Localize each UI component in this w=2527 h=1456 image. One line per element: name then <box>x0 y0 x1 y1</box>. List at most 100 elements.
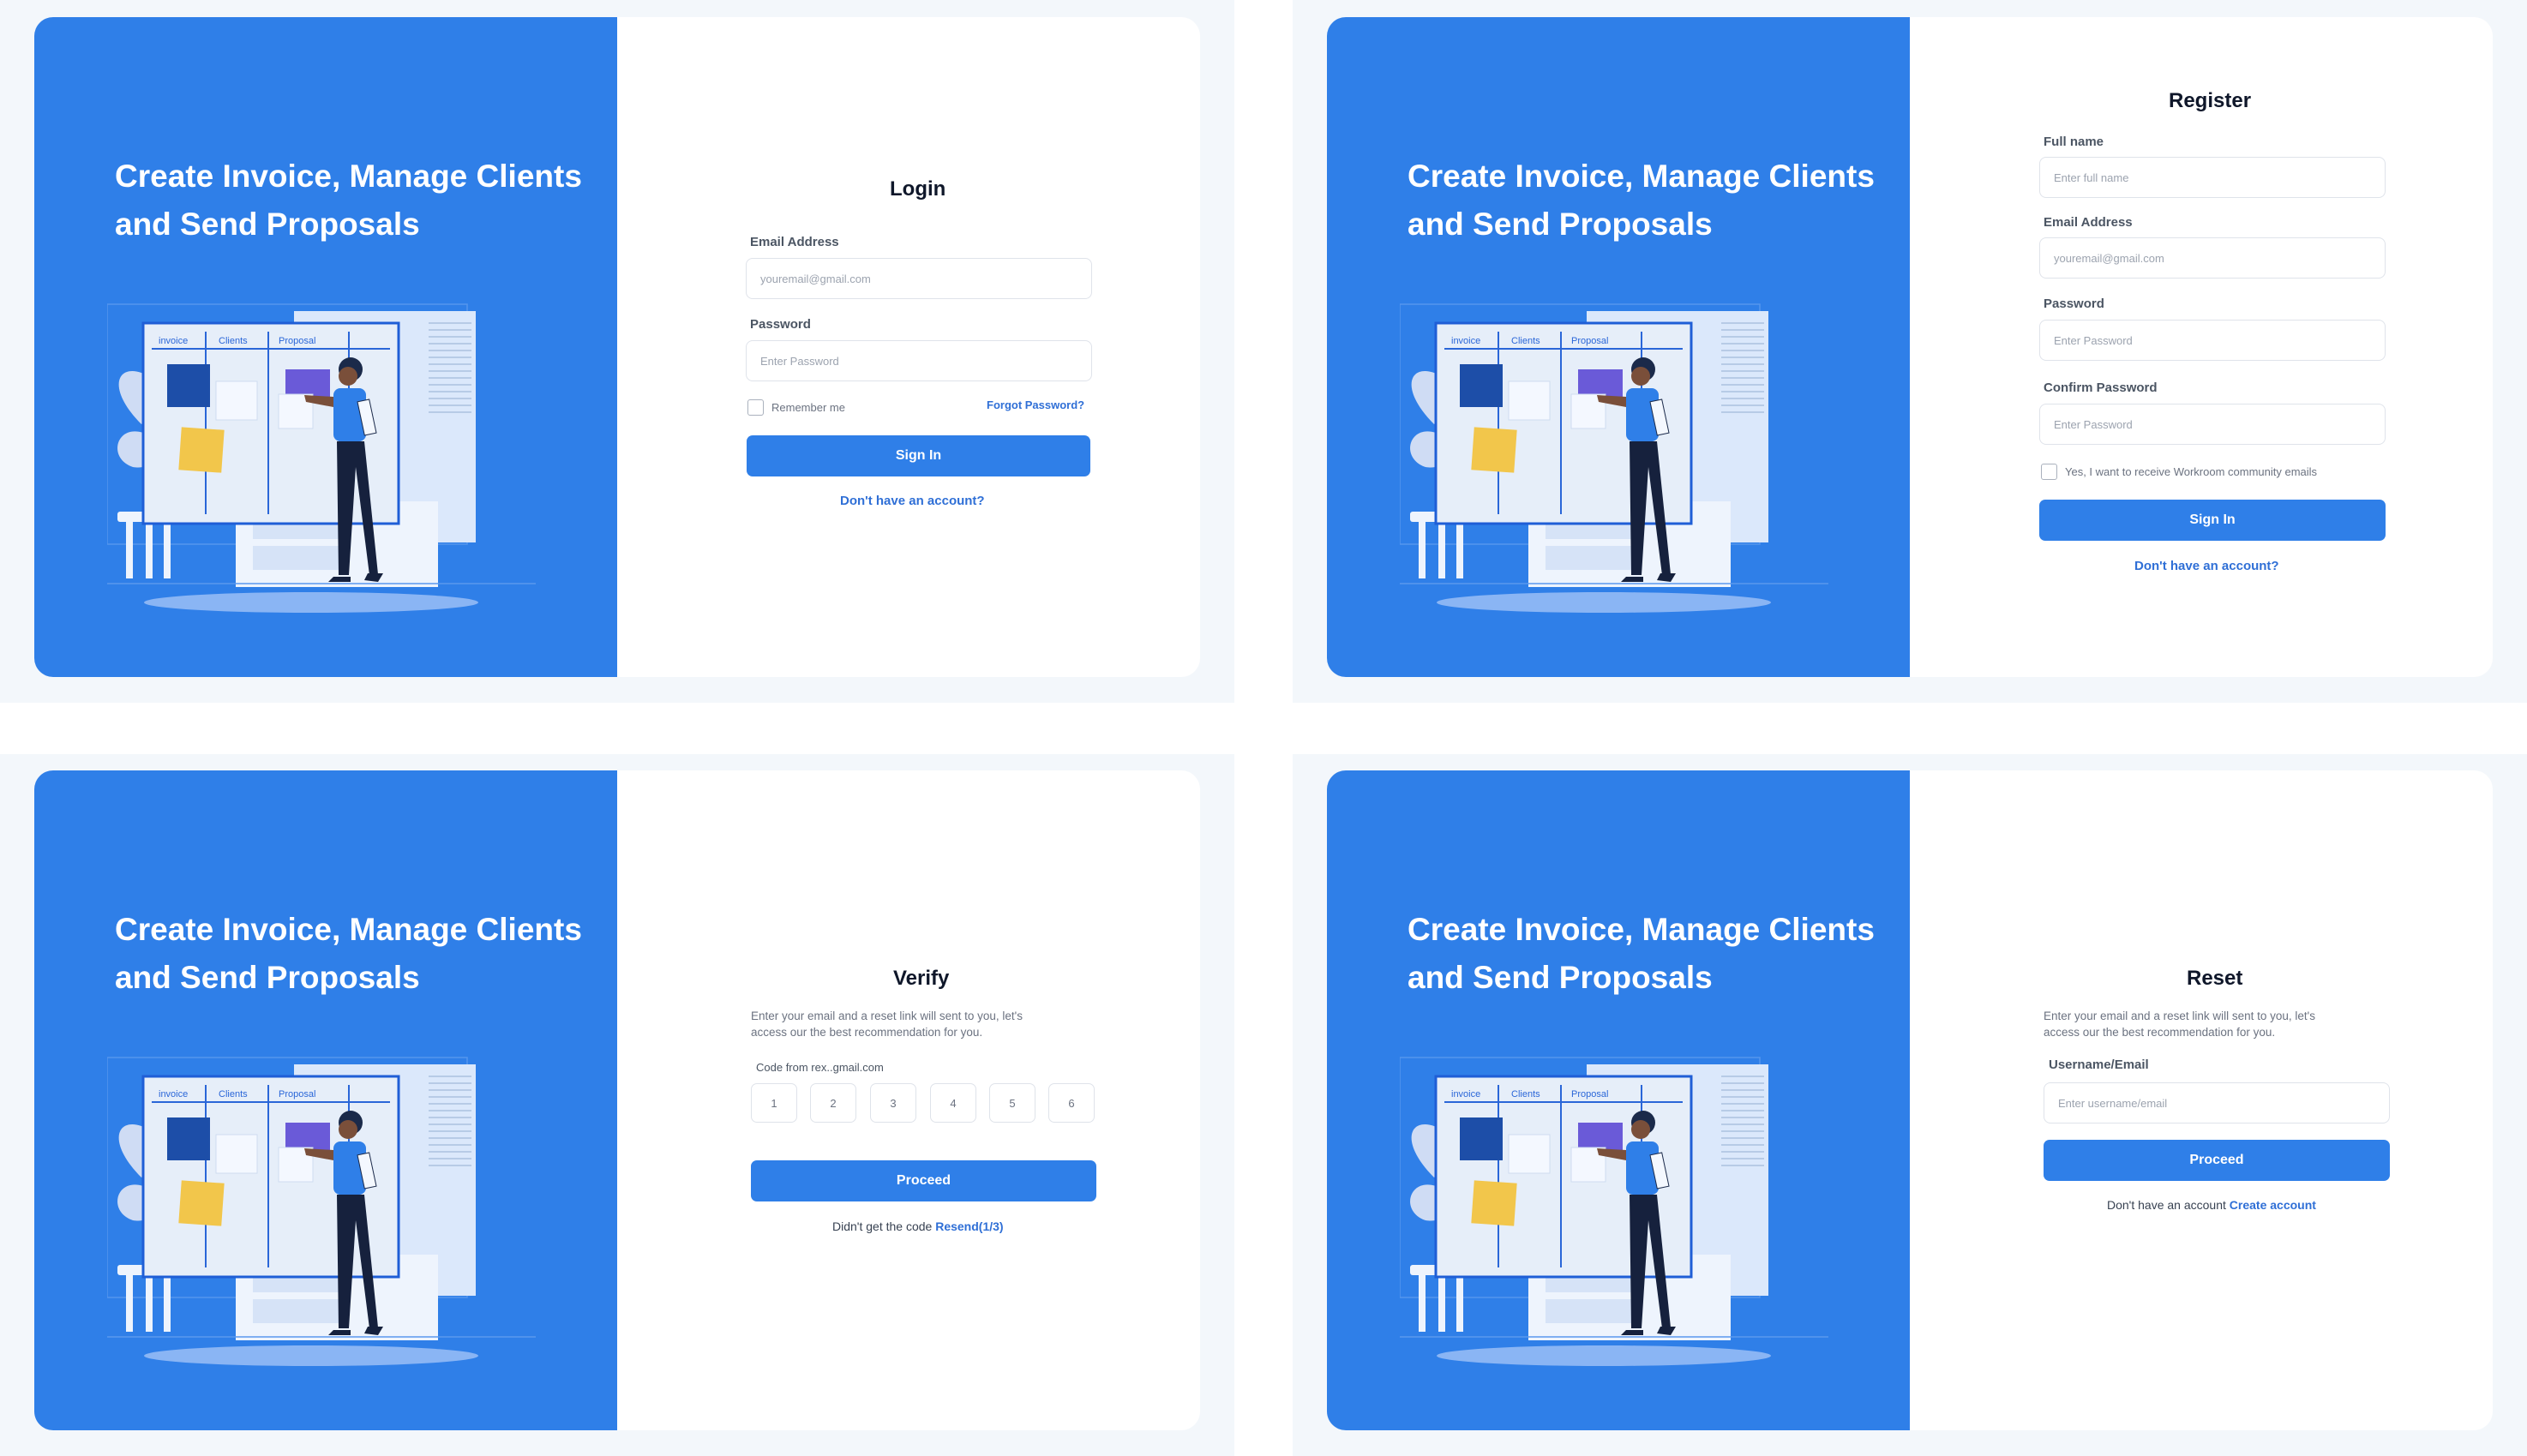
sticky-note-dark <box>1460 364 1503 407</box>
cabinet-drawer <box>253 546 347 570</box>
hero-headline: Create Invoice, Manage Clients and Send … <box>1408 153 1888 249</box>
fullname-label: Full name <box>2044 135 2104 149</box>
sign-in-button[interactable]: Sign In <box>2039 500 2386 541</box>
remember-checkbox[interactable] <box>747 399 764 416</box>
register-title: Register <box>2169 89 2252 112</box>
no-account-link[interactable]: Don't have an account? <box>2134 559 2279 573</box>
board-tab-proposal: Proposal <box>279 336 315 346</box>
floor-shadow <box>144 1345 478 1366</box>
board-tab-invoice: invoice <box>159 336 188 346</box>
hero-panel: Create Invoice, Manage Clients and Send … <box>1327 17 1910 677</box>
code-label: Code from rex..gmail.com <box>756 1061 884 1074</box>
floor-shadow <box>1437 1345 1771 1366</box>
hero-headline-line1: Create Invoice, Manage Clients <box>115 912 582 947</box>
newsletter-label: Yes, I want to receive Workroom communit… <box>2065 465 2318 478</box>
hero-headline-line2: and Send Proposals <box>115 207 420 242</box>
hero-headline: Create Invoice, Manage Clients and Send … <box>1408 906 1888 1002</box>
code-digit-2[interactable]: 2 <box>810 1083 856 1123</box>
hero-headline-line1: Create Invoice, Manage Clients <box>1408 159 1875 194</box>
reset-title: Reset <box>2187 967 2243 990</box>
password-input[interactable] <box>2039 320 2386 361</box>
board-tab-clients: Clients <box>219 1089 248 1099</box>
password-input[interactable] <box>746 340 1092 381</box>
resend-prefix: Didn't get the code <box>832 1219 933 1233</box>
reset-card: Create Invoice, Manage Clients and Send … <box>1327 770 2493 1430</box>
reset-description: Enter your email and a reset link will s… <box>2044 1008 2369 1040</box>
email-label: Email Address <box>750 235 839 249</box>
verify-description: Enter your email and a reset link will s… <box>751 1008 1077 1040</box>
board-tab-clients: Clients <box>219 336 248 346</box>
kanban-board-illustration: invoice Clients Proposal <box>90 1057 536 1366</box>
board-tab-proposal: Proposal <box>1571 1089 1608 1099</box>
verify-card: Create Invoice, Manage Clients and Send … <box>34 770 1200 1430</box>
hero-illustration: invoice Clients Proposal <box>90 1040 536 1383</box>
hero-illustration: invoice Clients Proposal <box>1383 1040 1828 1383</box>
verify-description-line1: Enter your email and a reset link will s… <box>751 1010 1023 1022</box>
resend-row: Didn't get the code Resend(1/3) <box>832 1219 1004 1233</box>
fullname-input[interactable] <box>2039 157 2386 198</box>
sticky-note-white <box>1508 1134 1551 1174</box>
sticky-note-white <box>1508 380 1551 421</box>
register-card: Create Invoice, Manage Clients and Send … <box>1327 17 2493 677</box>
code-digit-5[interactable]: 5 <box>989 1083 1035 1123</box>
hero-headline: Create Invoice, Manage Clients and Send … <box>115 906 595 1002</box>
code-digit-6[interactable]: 6 <box>1048 1083 1095 1123</box>
email-input[interactable] <box>746 258 1092 299</box>
reset-description-line1: Enter your email and a reset link will s… <box>2044 1010 2315 1022</box>
hero-illustration: invoice Clients Proposal <box>90 287 536 630</box>
hero-panel: Create Invoice, Manage Clients and Send … <box>34 17 617 677</box>
board-tab-proposal: Proposal <box>279 1089 315 1099</box>
cabinet-drawer <box>253 1299 347 1323</box>
resend-link[interactable]: Resend(1/3) <box>935 1219 1003 1233</box>
code-digit-1[interactable]: 1 <box>751 1083 797 1123</box>
sign-in-button[interactable]: Sign In <box>747 435 1090 476</box>
create-account-link[interactable]: Create account <box>2230 1198 2316 1212</box>
verify-description-line2: access our the best recommendation for y… <box>751 1026 983 1039</box>
hero-headline-line2: and Send Proposals <box>115 960 420 995</box>
floor-shadow <box>1437 592 1771 613</box>
newsletter-checkbox[interactable] <box>2041 464 2057 480</box>
sticky-note-yellow <box>178 1180 225 1226</box>
email-label: Email Address <box>2044 215 2133 230</box>
hero-headline-line1: Create Invoice, Manage Clients <box>1408 912 1875 947</box>
hero-panel: Create Invoice, Manage Clients and Send … <box>34 770 617 1430</box>
board-tab-proposal: Proposal <box>1571 336 1608 346</box>
verify-title: Verify <box>893 967 950 990</box>
sticky-note-dark <box>167 1117 210 1160</box>
no-account-link[interactable]: Don't have an account? <box>840 494 985 508</box>
hero-illustration: invoice Clients Proposal <box>1383 287 1828 630</box>
hero-headline-line1: Create Invoice, Manage Clients <box>115 159 582 194</box>
floor-shadow <box>144 592 478 613</box>
board-tab-invoice: invoice <box>159 1089 188 1099</box>
remember-label: Remember me <box>771 401 845 414</box>
cabinet-drawer <box>1546 546 1640 570</box>
create-account-row: Don't have an account Create account <box>2107 1198 2316 1212</box>
hero-panel: Create Invoice, Manage Clients and Send … <box>1327 770 1910 1430</box>
code-digit-4[interactable]: 4 <box>930 1083 976 1123</box>
confirm-password-label: Confirm Password <box>2044 380 2158 395</box>
login-card: Create Invoice, Manage Clients and Send … <box>34 17 1200 677</box>
register-form: Register Full name Email Address Passwor… <box>1910 17 2493 677</box>
proceed-button[interactable]: Proceed <box>2044 1140 2390 1181</box>
code-digit-3[interactable]: 3 <box>870 1083 916 1123</box>
board-tab-clients: Clients <box>1511 336 1540 346</box>
kanban-board-illustration: invoice Clients Proposal <box>90 303 536 613</box>
login-title: Login <box>890 177 946 201</box>
board-tab-invoice: invoice <box>1451 336 1480 346</box>
proceed-button[interactable]: Proceed <box>751 1160 1096 1201</box>
password-label: Password <box>2044 297 2104 311</box>
cabinet-drawer <box>1546 1299 1640 1323</box>
confirm-password-input[interactable] <box>2039 404 2386 445</box>
forgot-password-link[interactable]: Forgot Password? <box>987 398 1084 411</box>
verify-form: Verify Enter your email and a reset link… <box>617 770 1200 1430</box>
sticky-note-yellow <box>1471 1180 1517 1226</box>
reset-description-line2: access our the best recommendation for y… <box>2044 1026 2276 1039</box>
username-input[interactable] <box>2044 1082 2390 1123</box>
sticky-note-yellow <box>178 427 225 473</box>
hero-headline-line2: and Send Proposals <box>1408 207 1713 242</box>
email-input[interactable] <box>2039 237 2386 279</box>
hero-headline: Create Invoice, Manage Clients and Send … <box>115 153 595 249</box>
board-tab-clients: Clients <box>1511 1089 1540 1099</box>
reset-form: Reset Enter your email and a reset link … <box>1910 770 2493 1430</box>
create-account-prefix: Don't have an account <box>2107 1198 2226 1212</box>
